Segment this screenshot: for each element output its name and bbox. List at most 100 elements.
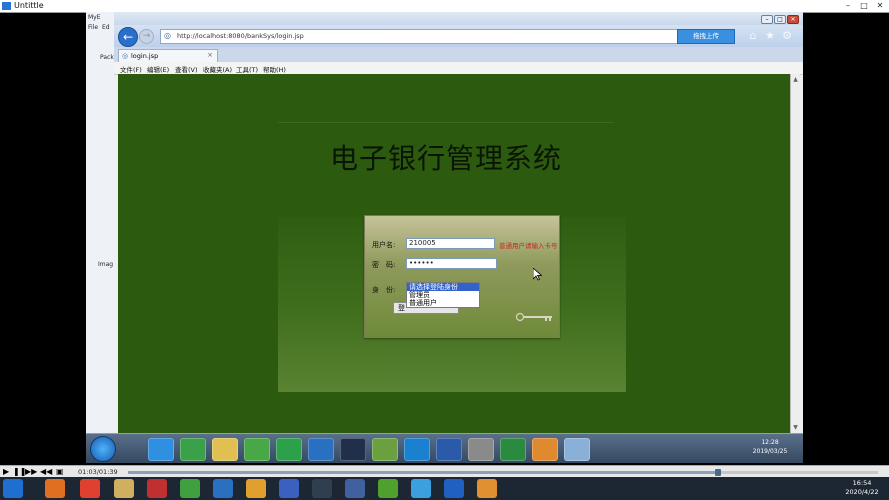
green-host-taskbar-icon[interactable]	[378, 479, 398, 498]
ide-title: MyE	[88, 14, 101, 21]
role-option-user[interactable]: 普通用户	[407, 299, 479, 307]
browser-maximize-button[interactable]: □	[774, 15, 786, 24]
play-icon[interactable]: ▶	[3, 467, 9, 476]
rewind-icon[interactable]: ◀◀	[40, 467, 52, 476]
address-row: ← → ◎ http://localhost:8080/bankSys/logi…	[114, 25, 803, 47]
ide-package-explorer[interactable]: Pack	[100, 54, 114, 61]
role-select-dropdown[interactable]: 请选择登陆身份 管理员 普通用户	[406, 282, 480, 308]
seek-handle[interactable]	[715, 469, 722, 476]
audio-taskbar-icon[interactable]	[246, 479, 266, 498]
browser-titlebar: – □ ✕	[114, 12, 803, 25]
role-label: 身 份:	[372, 286, 396, 294]
mouse-cursor-icon	[533, 268, 542, 281]
player-window-title: Untittle	[14, 1, 44, 10]
ie-taskbar-icon[interactable]	[148, 438, 174, 461]
key-icon	[515, 312, 552, 322]
page-scrollbar[interactable]: ▲ ▼	[790, 74, 800, 433]
app-blue-taskbar-icon[interactable]	[279, 479, 299, 498]
recorded-time: 12:28	[761, 439, 779, 446]
uu-host-taskbar-icon[interactable]	[213, 479, 233, 498]
maximize-button[interactable]: □	[857, 1, 871, 11]
menu-view[interactable]: 查看(V)	[175, 64, 198, 74]
seek-bar[interactable]	[128, 469, 878, 476]
close-button[interactable]: ✕	[873, 1, 887, 11]
explorer-taskbar-icon[interactable]	[114, 479, 134, 498]
password-label: 密 码:	[372, 261, 396, 269]
back-arrow-icon[interactable]: ←	[118, 27, 138, 47]
username-label: 用户名:	[372, 241, 396, 249]
excel-taskbar-icon[interactable]	[500, 438, 526, 461]
scroll-up-icon[interactable]: ▲	[792, 76, 799, 83]
favorites-star-icon[interactable]: ★	[764, 29, 776, 42]
recorded-date: 2019/03/25	[752, 448, 788, 455]
host-date: 2020/4/22	[845, 488, 879, 496]
windows-start-icon[interactable]	[3, 479, 23, 498]
cloud-taskbar-icon[interactable]	[411, 479, 431, 498]
recorder-taskbar-icon[interactable]	[532, 438, 558, 461]
app-host2-taskbar-icon[interactable]	[444, 479, 464, 498]
page-icon: ◎	[164, 31, 171, 40]
recorder-host-taskbar-icon[interactable]	[477, 479, 497, 498]
title-panel: 电子银行管理系统	[278, 122, 614, 199]
fullscreen-icon[interactable]: ▣	[56, 467, 64, 476]
uu-taskbar-icon[interactable]	[308, 438, 334, 461]
menu-edit[interactable]: 编辑(E)	[147, 64, 169, 74]
eclipse-host-taskbar-icon[interactable]	[312, 479, 332, 498]
password-input[interactable]: ••••••	[406, 258, 497, 269]
wechat-taskbar-icon[interactable]	[244, 438, 270, 461]
recorded-screen: MyE File Ed Pack Imag – □ ✕ ← → ◎ http:/…	[86, 12, 803, 463]
tool-taskbar-icon[interactable]	[468, 438, 494, 461]
username-hint: 普通用户请输入卡号	[499, 242, 558, 250]
app-taskbar-icon[interactable]	[276, 438, 302, 461]
url-text[interactable]: http://localhost:8080/bankSys/login.jsp	[177, 32, 304, 40]
role-option-admin[interactable]: 管理员	[407, 291, 479, 299]
address-bar[interactable]: ◎ http://localhost:8080/bankSys/login.js…	[160, 29, 682, 44]
host-clock[interactable]: 16:54 2020/4/22	[838, 479, 886, 497]
username-input[interactable]: 210005	[406, 238, 495, 249]
app-icon	[2, 2, 11, 10]
login-page: 电子银行管理系统 用户名: 210005 普通用户请输入卡号 密 码: ••••…	[118, 74, 790, 433]
eclipse-taskbar-icon[interactable]	[340, 438, 366, 461]
recorded-clock[interactable]: 12:28 2019/03/25	[742, 438, 798, 456]
fast-forward-icon[interactable]: ▶▶	[25, 467, 37, 476]
ide-menu-edit[interactable]: Ed	[102, 24, 110, 31]
forward-arrow-icon[interactable]: →	[139, 29, 154, 44]
browser-window: – □ ✕ ← → ◎ http://localhost:8080/bankSy…	[114, 12, 803, 433]
window-taskbar-icon[interactable]	[564, 438, 590, 461]
wechat-host-taskbar-icon[interactable]	[180, 479, 200, 498]
word-taskbar-icon[interactable]	[436, 438, 462, 461]
menu-favorites[interactable]: 收藏夹(A)	[203, 64, 232, 74]
start-orb-icon[interactable]	[90, 436, 116, 462]
drag-upload-button[interactable]: 拖拽上传	[677, 29, 735, 44]
scroll-down-icon[interactable]: ▼	[792, 424, 799, 431]
home-icon[interactable]: ⌂	[747, 29, 759, 42]
teamviewer-taskbar-icon[interactable]	[404, 438, 430, 461]
tab-close-icon[interactable]: ×	[207, 51, 213, 59]
seek-progress	[128, 471, 719, 474]
app-red-taskbar-icon[interactable]	[147, 479, 167, 498]
minimize-button[interactable]: –	[841, 1, 855, 11]
app-host-taskbar-icon[interactable]	[345, 479, 365, 498]
ide-window: MyE File Ed Pack Imag	[86, 12, 115, 433]
host-time: 16:54	[852, 479, 872, 487]
browser-close-button[interactable]: ✕	[787, 15, 799, 24]
tab-page-icon: ◎	[122, 52, 129, 60]
menu-tools[interactable]: 工具(T)	[236, 64, 258, 74]
green-taskbar-icon[interactable]	[372, 438, 398, 461]
browser-minimize-button[interactable]: –	[761, 15, 773, 24]
menu-file[interactable]: 文件(F)	[120, 64, 142, 74]
menu-help[interactable]: 帮助(H)	[263, 64, 286, 74]
ide-menu-file[interactable]: File	[88, 24, 98, 31]
role-option-placeholder[interactable]: 请选择登陆身份	[407, 283, 479, 291]
settings-gear-icon[interactable]: ⚙	[781, 29, 793, 42]
host-taskbar: 16:54 2020/4/22	[0, 477, 889, 500]
chrome-taskbar-icon[interactable]	[80, 479, 100, 498]
folder-taskbar-icon[interactable]	[212, 438, 238, 461]
tab-login[interactable]: ◎ login.jsp ×	[118, 49, 218, 63]
page-title: 电子银行管理系统	[329, 142, 562, 175]
login-form: 用户名: 210005 普通用户请输入卡号 密 码: •••••• 身 份: 登…	[364, 215, 560, 338]
browser-taskbar-icon[interactable]	[180, 438, 206, 461]
firefox-taskbar-icon[interactable]	[45, 479, 65, 498]
ide-image-panel[interactable]: Imag	[98, 261, 113, 268]
tab-title: login.jsp	[131, 52, 159, 60]
